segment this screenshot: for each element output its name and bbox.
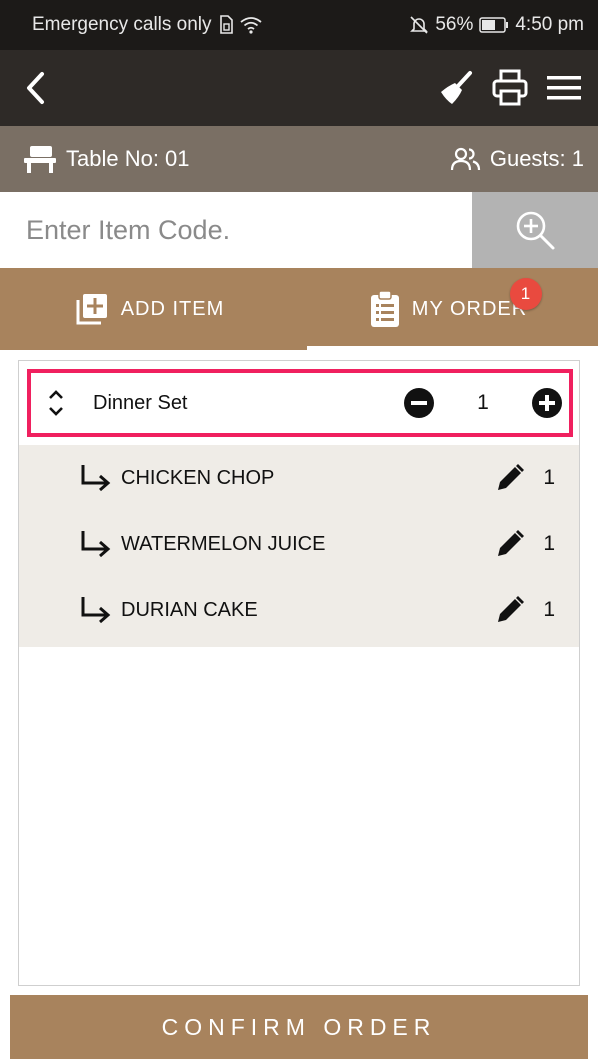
order-count-badge: 1 bbox=[510, 278, 542, 310]
guest-count: Guests: 1 bbox=[489, 146, 584, 171]
clock-time: 4:50 pm bbox=[515, 14, 584, 35]
battery-icon bbox=[479, 17, 509, 33]
pencil-icon bbox=[498, 596, 524, 622]
minus-circle-icon bbox=[404, 388, 434, 418]
table-info: Table No: 01 bbox=[22, 144, 190, 174]
clear-order-button[interactable] bbox=[438, 70, 474, 106]
sub-item-quantity: 1 bbox=[543, 466, 555, 489]
confirm-order-button[interactable]: CONFIRM ORDER bbox=[10, 995, 588, 1059]
chevron-up-down-icon bbox=[49, 390, 63, 416]
status-right: 56% 4:50 pm bbox=[409, 14, 584, 36]
sub-item-name: WATERMELON JUICE bbox=[121, 532, 326, 555]
list-item[interactable]: CHICKEN CHOP 1 bbox=[19, 445, 579, 511]
chevron-left-icon bbox=[27, 72, 44, 104]
printer-icon bbox=[492, 69, 528, 106]
carrier-text: Emergency calls only bbox=[32, 14, 212, 35]
increase-quantity-button[interactable] bbox=[531, 387, 563, 419]
mute-bell-icon bbox=[409, 15, 429, 35]
wifi-icon bbox=[239, 16, 262, 34]
clipboard-list-icon bbox=[370, 290, 399, 327]
set-item-row[interactable]: Dinner Set 1 bbox=[27, 369, 573, 437]
sub-item-quantity: 1 bbox=[543, 532, 555, 555]
edit-item-button[interactable] bbox=[495, 595, 525, 625]
set-quantity: 1 bbox=[477, 391, 489, 414]
sub-item-quantity: 1 bbox=[543, 598, 555, 621]
quantity-stepper: 1 bbox=[403, 387, 563, 419]
sub-item-arrow-icon bbox=[81, 531, 111, 558]
set-item-name: Dinner Set bbox=[93, 391, 188, 414]
top-toolbar bbox=[0, 50, 598, 126]
set-sub-items: CHICKEN CHOP 1 WATERMELON JUICE 1 DURIAN… bbox=[19, 445, 579, 647]
table-chair-icon bbox=[24, 146, 56, 173]
guests-info[interactable]: Guests: 1 bbox=[450, 146, 584, 172]
users-icon bbox=[450, 147, 480, 171]
menu-button[interactable] bbox=[546, 73, 582, 103]
list-item[interactable]: DURIAN CAKE 1 bbox=[19, 577, 579, 643]
status-left: Emergency calls only bbox=[32, 14, 262, 36]
tab-add-item[interactable]: ADD ITEM bbox=[0, 268, 299, 350]
edit-item-button[interactable] bbox=[495, 463, 525, 493]
tab-add-item-label: ADD ITEM bbox=[120, 297, 225, 320]
hamburger-menu-icon bbox=[547, 76, 581, 100]
order-tabs: ADD ITEM MY ORDER 1 bbox=[0, 268, 598, 350]
edit-item-button[interactable] bbox=[495, 529, 525, 559]
add-box-icon bbox=[76, 294, 107, 325]
list-item[interactable]: WATERMELON JUICE 1 bbox=[19, 511, 579, 577]
sub-item-name: CHICKEN CHOP bbox=[121, 466, 275, 489]
toolbar-actions bbox=[438, 69, 582, 107]
battery-percent: 56% bbox=[435, 14, 474, 35]
decrease-quantity-button[interactable] bbox=[403, 387, 435, 419]
sub-item-name: DURIAN CAKE bbox=[121, 598, 258, 621]
item-code-search bbox=[0, 192, 598, 268]
order-list-panel: Dinner Set 1 CHICKEN CHOP 1 WATERMELON J… bbox=[18, 360, 580, 986]
status-bar: Emergency calls only 56% 4:50 pm bbox=[0, 0, 598, 50]
back-button[interactable] bbox=[24, 71, 46, 105]
sim-icon bbox=[218, 15, 234, 35]
table-number: Table No: 01 bbox=[66, 146, 190, 171]
expand-collapse-toggle[interactable] bbox=[41, 388, 71, 418]
tab-my-order[interactable]: MY ORDER 1 bbox=[299, 268, 598, 350]
plus-circle-icon bbox=[532, 388, 562, 418]
pencil-icon bbox=[498, 530, 524, 556]
broom-icon bbox=[441, 71, 472, 104]
tab-my-order-label: MY ORDER bbox=[411, 297, 528, 320]
sub-item-arrow-icon bbox=[81, 465, 111, 492]
zoom-in-icon bbox=[516, 211, 555, 250]
table-info-bar: Table No: 01 Guests: 1 bbox=[0, 126, 598, 192]
pencil-icon bbox=[498, 464, 524, 490]
search-button[interactable] bbox=[472, 192, 598, 268]
item-code-input[interactable] bbox=[0, 192, 472, 268]
print-button[interactable] bbox=[492, 69, 528, 107]
sub-item-arrow-icon bbox=[81, 597, 111, 624]
